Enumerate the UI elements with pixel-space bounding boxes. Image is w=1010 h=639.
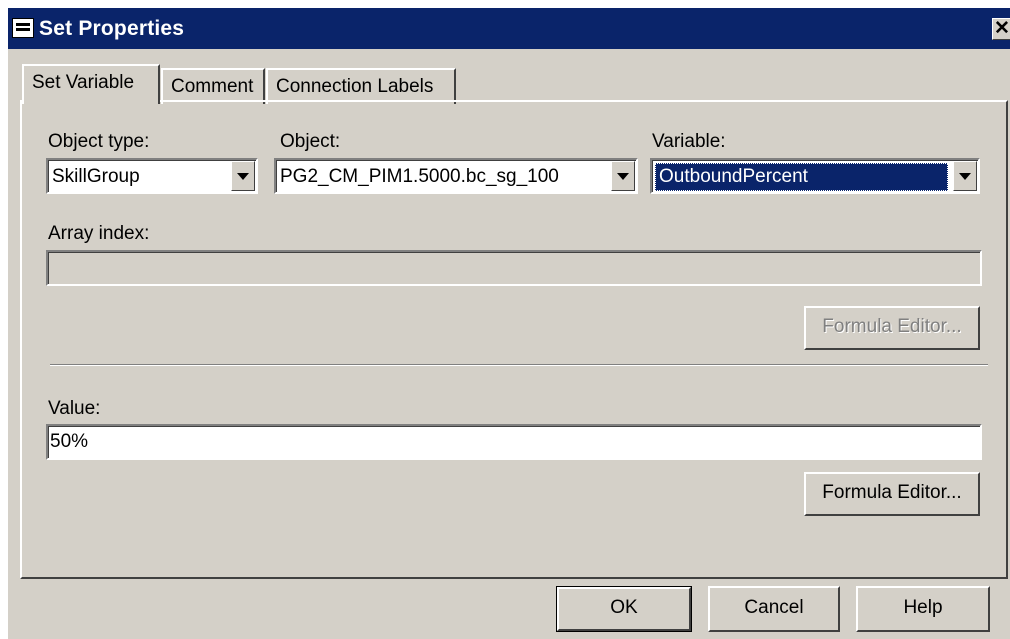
tab-set-variable[interactable]: Set Variable xyxy=(22,64,160,104)
tab-label: Connection Labels xyxy=(276,76,434,97)
cancel-button[interactable]: Cancel xyxy=(708,586,840,632)
close-icon: ✕ xyxy=(994,18,1010,39)
ok-button[interactable]: OK xyxy=(556,586,692,632)
window-title: Set Properties xyxy=(39,17,185,40)
tab-connection-labels[interactable]: Connection Labels xyxy=(266,68,456,104)
set-variable-panel xyxy=(20,100,1008,579)
tab-label: Set Variable xyxy=(32,72,135,93)
close-button[interactable]: ✕ xyxy=(992,18,1010,40)
system-menu-icon[interactable] xyxy=(12,18,34,38)
tab-comment[interactable]: Comment xyxy=(161,68,265,104)
set-properties-dialog: Set Properties ✕ Set Variable Comment Co… xyxy=(8,8,1010,639)
tab-label: Comment xyxy=(171,76,254,97)
title-bar[interactable]: Set Properties ✕ xyxy=(8,8,1010,49)
help-button[interactable]: Help xyxy=(856,586,990,632)
